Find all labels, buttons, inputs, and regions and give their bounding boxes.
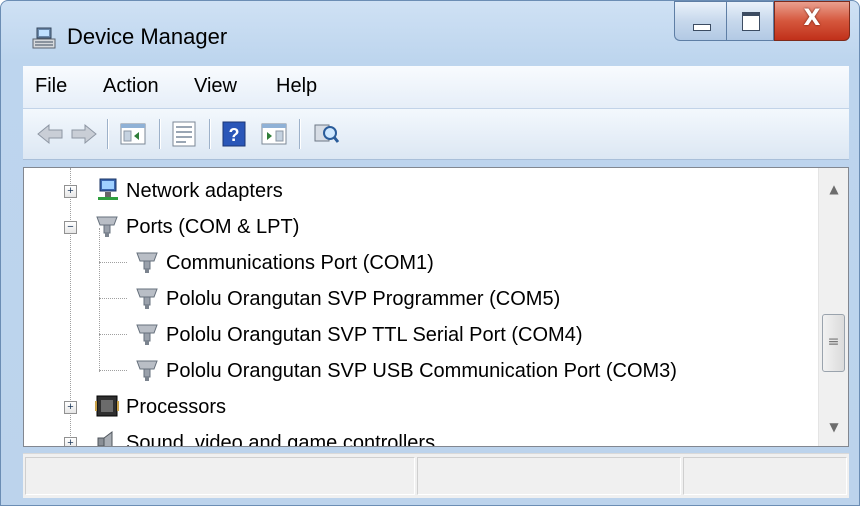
maximize-button[interactable] (726, 1, 774, 41)
menu-file[interactable]: File (35, 75, 67, 98)
port-connector-icon (136, 288, 158, 309)
tree-node-label: Processors (126, 396, 227, 418)
port-connector-icon (136, 324, 158, 345)
menu-view[interactable]: View (194, 75, 237, 98)
window-title: Device Manager (67, 24, 228, 49)
speaker-icon (97, 431, 113, 446)
network-adapter-icon (98, 178, 118, 200)
port-connector-icon (96, 216, 118, 237)
toolbar-separator (107, 119, 109, 149)
port-connector-icon (136, 360, 158, 381)
toolbar-separator (299, 119, 301, 149)
tree-connector (99, 228, 100, 372)
status-pane (683, 457, 847, 495)
properties-icon[interactable] (169, 119, 199, 149)
tree-node-com4[interactable]: Pololu Orangutan SVP TTL Serial Port (CO… (128, 318, 688, 352)
device-manager-window: Device Manager X File Action View Help ?… (0, 0, 860, 506)
processor-chip-icon (95, 395, 119, 417)
tree-node-ports[interactable]: − Ports (COM & LPT) (64, 210, 384, 244)
minimize-button[interactable] (674, 1, 726, 41)
expand-icon[interactable]: + (64, 185, 77, 198)
tree-node-processors[interactable]: + Processors (64, 390, 384, 424)
tree-node-com3[interactable]: Pololu Orangutan SVP USB Communication P… (128, 354, 808, 388)
help-icon[interactable]: ? (219, 119, 249, 149)
tree-connector (99, 262, 127, 263)
status-pane (417, 457, 681, 495)
close-button[interactable]: X (774, 1, 850, 41)
menu-help[interactable]: Help (276, 75, 317, 98)
tree-node-label: Network adapters (126, 180, 283, 202)
tree-node-label: Pololu Orangutan SVP USB Communication P… (166, 360, 677, 382)
tree-connector (99, 334, 127, 335)
expand-icon[interactable]: + (64, 401, 77, 414)
device-manager-icon (32, 27, 56, 49)
tree-connector (99, 298, 127, 299)
menu-action[interactable]: Action (103, 75, 159, 98)
toolbar-separator (209, 119, 211, 149)
port-connector-icon (136, 252, 158, 273)
status-bar (23, 453, 849, 498)
tree-node-label: Sound, video and game controllers (126, 432, 436, 447)
svg-text:?: ? (229, 125, 240, 145)
close-icon: X (803, 6, 821, 31)
title-bar[interactable]: Device Manager X (1, 1, 859, 61)
collapse-icon[interactable]: − (64, 221, 77, 234)
tree-node-network-adapters[interactable]: + Network adapters (64, 174, 384, 208)
expand-icon[interactable]: + (64, 437, 77, 446)
scroll-down-arrow-icon[interactable]: ▼ (819, 412, 848, 442)
menu-bar: File Action View Help (23, 66, 849, 109)
tree-node-com1[interactable]: Communications Port (COM1) (128, 246, 688, 280)
scan-hardware-changes-icon[interactable] (311, 119, 341, 149)
tree-node-label: Pololu Orangutan SVP Programmer (COM5) (166, 288, 561, 310)
device-tree[interactable]: + Network adapters − Ports (COM & LPT) C… (23, 167, 849, 447)
tree-node-label: Communications Port (COM1) (166, 252, 434, 274)
show-hide-console-tree-icon[interactable] (118, 119, 148, 149)
tree-node-com5[interactable]: Pololu Orangutan SVP Programmer (COM5) (128, 282, 688, 316)
tree-node-sound-video-game[interactable]: + Sound, video and game controllers (64, 426, 484, 447)
tree-node-label: Ports (COM & LPT) (126, 216, 300, 238)
toolbar: ? (23, 109, 849, 160)
tree-connector (99, 370, 127, 371)
vertical-scrollbar[interactable]: ▲ ≡ ▼ (818, 168, 848, 446)
show-action-pane-icon[interactable] (259, 119, 289, 149)
scroll-up-arrow-icon[interactable]: ▲ (819, 174, 848, 204)
tree-node-label: Pololu Orangutan SVP TTL Serial Port (CO… (166, 324, 583, 346)
scroll-thumb[interactable]: ≡ (822, 314, 845, 372)
forward-arrow-icon[interactable] (69, 119, 99, 149)
toolbar-separator (159, 119, 161, 149)
back-arrow-icon[interactable] (35, 119, 65, 149)
status-pane (25, 457, 415, 495)
